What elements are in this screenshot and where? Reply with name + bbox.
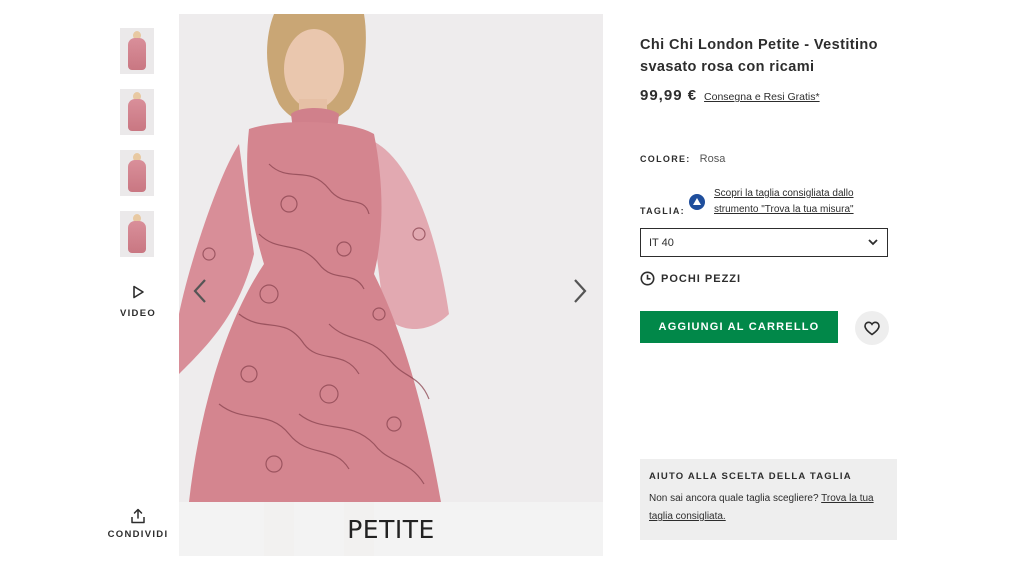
share-button[interactable]: CONDIVIDI: [102, 508, 174, 540]
product-price: 99,99 €: [640, 87, 698, 104]
play-icon: [133, 285, 144, 299]
video-button[interactable]: VIDEO: [108, 285, 168, 319]
colour-row: COLORE: Rosa: [640, 153, 725, 165]
fit-assistant-text: Scopri la taglia consigliata dallo strum…: [714, 188, 854, 215]
thumbnail-3[interactable]: [120, 150, 154, 196]
colour-value: Rosa: [699, 153, 726, 165]
size-help-box: AIUTO ALLA SCELTA DELLA TAGLIA Non sai a…: [640, 459, 897, 540]
video-label: VIDEO: [119, 308, 157, 319]
size-help-text: Non sai ancora quale taglia scegliere?: [649, 493, 819, 504]
chevron-down-icon: [868, 239, 878, 246]
product-page: VIDEO CONDIVIDI PETITE Chi Chi London Pe…: [0, 0, 1024, 564]
thumbnail-list: [108, 28, 168, 272]
size-help-title: AIUTO ALLA SCELTA DELLA TAGLIA: [649, 471, 852, 482]
petite-banner-text: PETITE: [347, 515, 435, 544]
clock-icon: [640, 271, 655, 286]
model-photo: [179, 14, 603, 556]
chevron-right-icon[interactable]: [569, 278, 589, 304]
colour-label: COLORE:: [640, 154, 691, 164]
product-info: Chi Chi London Petite - Vestitino svasat…: [640, 34, 900, 104]
share-label: CONDIVIDI: [107, 529, 169, 540]
size-label: TAGLIA:: [640, 206, 685, 216]
size-row: TAGLIA: Scopri la taglia consigliata dal…: [640, 186, 900, 220]
thumbnail-2[interactable]: [120, 89, 154, 135]
add-to-bag-button[interactable]: AGGIUNGI AL CARRELLO: [640, 311, 838, 343]
product-title: Chi Chi London Petite - Vestitino svasat…: [640, 37, 878, 75]
selected-size: IT 40: [649, 237, 674, 249]
petite-banner: PETITE: [179, 502, 603, 556]
delivery-returns-link[interactable]: Consegna e Resi Gratis*: [704, 91, 820, 103]
stock-status: POCHI PEZZI: [640, 271, 741, 286]
save-for-later-button[interactable]: [855, 311, 889, 345]
size-help-body: Non sai ancora quale taglia scegliere? T…: [649, 490, 888, 526]
price-row: 99,99 € Consegna e Resi Gratis*: [640, 87, 900, 104]
product-main-image[interactable]: PETITE: [179, 14, 603, 556]
fit-assistant-icon[interactable]: [689, 194, 705, 210]
size-select[interactable]: IT 40: [640, 228, 888, 257]
thumbnail-4[interactable]: [120, 211, 154, 257]
share-icon: [131, 508, 145, 524]
chevron-left-icon[interactable]: [191, 278, 211, 304]
fit-assistant-link[interactable]: Scopri la taglia consigliata dallo strum…: [714, 186, 894, 218]
thumbnail-1[interactable]: [120, 28, 154, 74]
stock-status-text: POCHI PEZZI: [661, 272, 742, 285]
heart-icon: [864, 320, 880, 335]
